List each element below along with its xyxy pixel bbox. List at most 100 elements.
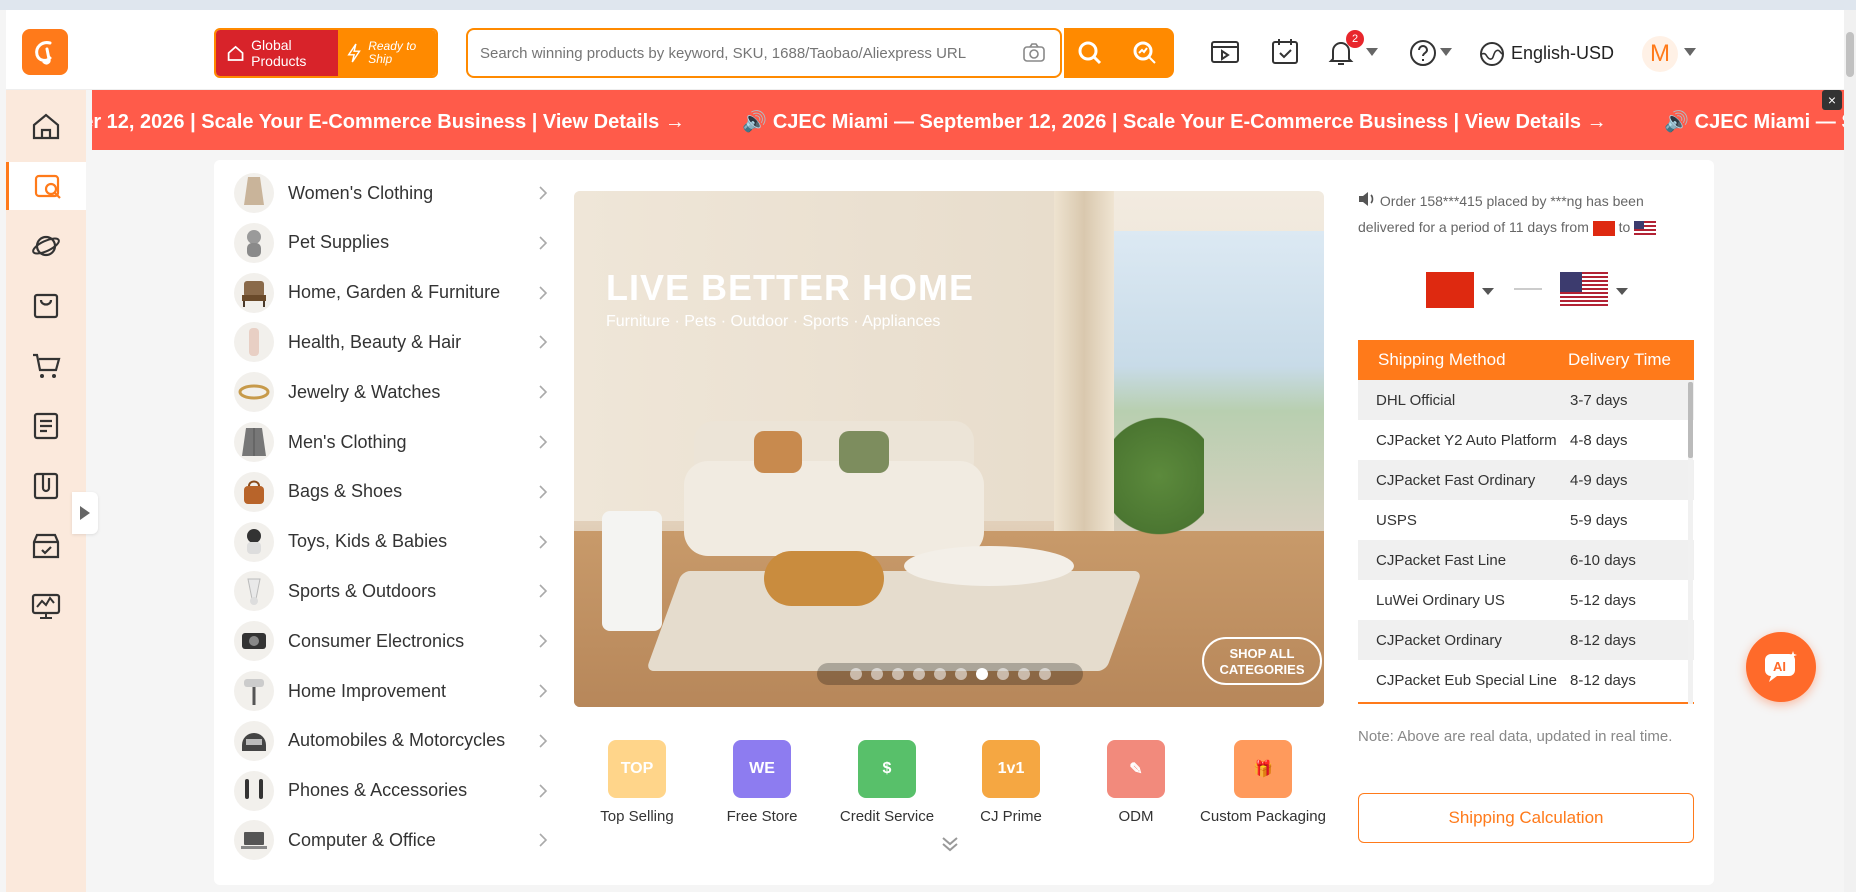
sidebar-item-cart[interactable] <box>6 342 86 390</box>
chevron-down-icon[interactable] <box>1616 288 1628 295</box>
destination-flag-usa-icon[interactable] <box>1560 272 1608 308</box>
chevron-right-icon <box>539 186 548 200</box>
category-item[interactable]: Women's Clothing <box>234 168 554 218</box>
shipping-method-cell: DHL Official <box>1376 391 1456 409</box>
sidebar-item-analytics[interactable] <box>6 582 86 630</box>
service-item[interactable]: TOP Top Selling <box>574 740 700 825</box>
category-item[interactable]: Home Improvement <box>234 666 554 716</box>
camera-icon[interactable] <box>1022 42 1046 64</box>
planet-icon <box>32 235 60 257</box>
category-label: Home Improvement <box>288 680 447 701</box>
top-header: Global Products Ready to Ship 2 English-… <box>6 10 1844 90</box>
ai-chat-icon: AI <box>1765 651 1797 682</box>
sidebar-item-discover[interactable] <box>6 222 86 270</box>
service-item[interactable]: 1v1 CJ Prime <box>948 740 1074 825</box>
language-selector[interactable]: English-USD <box>1511 43 1614 64</box>
orders-list-icon <box>33 412 59 440</box>
origin-flag-china-icon[interactable] <box>1426 272 1474 308</box>
chevron-down-icon[interactable] <box>1440 48 1452 56</box>
cart-icon <box>33 353 61 378</box>
category-item[interactable]: Jewelry & Watches <box>234 367 554 417</box>
chair-icon <box>234 272 274 313</box>
category-item[interactable]: Phones & Accessories <box>234 766 554 816</box>
search-input[interactable] <box>480 30 1000 76</box>
service-item[interactable]: ✎ ODM <box>1073 740 1199 825</box>
category-item[interactable]: Toys, Kids & Babies <box>234 517 554 567</box>
shipping-table-scrollbar[interactable] <box>1688 380 1693 704</box>
marquee-item[interactable]: per 12, 2026 | Scale Your E-Commerce Bus… <box>92 111 685 133</box>
search-box[interactable] <box>466 28 1062 78</box>
carousel-dot[interactable] <box>849 668 862 680</box>
search-button[interactable] <box>1064 28 1116 78</box>
category-label: Toys, Kids & Babies <box>288 531 448 552</box>
globe-icon[interactable] <box>1478 40 1506 68</box>
bolt-icon <box>347 43 361 63</box>
delivery-time-cell: 8-12 days <box>1570 671 1636 689</box>
sidebar-item-my-products[interactable] <box>6 282 86 330</box>
shipping-method-cell: CJPacket Ordinary <box>1376 631 1502 649</box>
carousel-dot[interactable] <box>954 668 967 680</box>
service-label: ODM <box>1118 808 1154 825</box>
category-item[interactable]: Computer & Office <box>234 815 554 865</box>
service-item[interactable]: $ Credit Service <box>824 740 950 825</box>
laptop-icon <box>234 820 274 861</box>
chevron-right-icon <box>539 784 548 798</box>
shipping-method-cell: LuWei Ordinary US <box>1376 591 1505 609</box>
cj-logo[interactable] <box>22 29 68 75</box>
scrollbar-thumb[interactable] <box>1688 382 1693 458</box>
task-calendar-icon[interactable] <box>1270 38 1300 66</box>
category-item[interactable]: Pet Supplies <box>234 218 554 268</box>
chevron-down-icon[interactable] <box>1482 288 1494 295</box>
category-item[interactable]: Men's Clothing <box>234 417 554 467</box>
shipping-table-header: Shipping Method Delivery Time <box>1358 340 1694 380</box>
sidebar-item-home[interactable] <box>6 102 86 150</box>
service-item[interactable]: WE Free Store <box>699 740 825 825</box>
category-item[interactable]: Automobiles & Motorcycles <box>234 716 554 766</box>
help-icon[interactable] <box>1408 38 1438 68</box>
carousel-dot[interactable] <box>975 668 988 680</box>
carousel-dot[interactable] <box>912 668 925 680</box>
category-item[interactable]: Home, Garden & Furniture <box>234 268 554 318</box>
avatar[interactable]: M <box>1642 36 1678 72</box>
marquee-item[interactable]: 🔊 CJEC Miami — Sep <box>1664 111 1844 133</box>
sidebar-expand-button[interactable] <box>72 492 98 534</box>
ai-assistant-button[interactable]: AI <box>1746 632 1816 702</box>
category-item[interactable]: Consumer Electronics <box>234 616 554 666</box>
global-products-tab[interactable]: Global Products <box>216 30 338 76</box>
chevron-down-icon[interactable] <box>1366 48 1378 56</box>
marquee-close-button[interactable]: × <box>1822 90 1842 110</box>
announcement-marquee[interactable]: per 12, 2026 | Scale Your E-Commerce Bus… <box>92 90 1844 150</box>
speaker-icon <box>1359 192 1374 206</box>
scrollbar-thumb[interactable] <box>1846 32 1854 77</box>
table-row: CJPacket Ordinary 8-12 days <box>1358 620 1694 660</box>
ready-to-ship-tab[interactable]: Ready to Ship <box>338 30 436 76</box>
marquee-item[interactable]: 🔊 CJEC Miami — September 12, 2026 | Scal… <box>742 111 1606 133</box>
chevron-right-icon <box>539 385 548 399</box>
table-row: CJPacket Fast Line 6-10 days <box>1358 540 1694 580</box>
category-item[interactable]: Bags & Shoes <box>234 467 554 517</box>
service-item[interactable]: 🎁 Custom Packaging <box>1200 740 1326 825</box>
carousel-dot[interactable] <box>933 668 946 680</box>
marquee-track: per 12, 2026 | Scale Your E-Commerce Bus… <box>92 109 1844 134</box>
video-icon[interactable] <box>1210 38 1240 66</box>
category-item[interactable]: Health, Beauty & Hair <box>234 317 554 367</box>
shop-all-categories-button[interactable]: SHOP ALL CATEGORIES <box>1202 637 1322 685</box>
carousel-dot[interactable] <box>996 668 1009 680</box>
image-search-button[interactable] <box>1116 28 1174 78</box>
carousel-dot[interactable] <box>1017 668 1030 680</box>
category-item[interactable]: Sports & Outdoors <box>234 566 554 616</box>
carousel-dot[interactable] <box>1038 668 1051 680</box>
sidebar-item-orders[interactable] <box>6 402 86 450</box>
chevron-right-icon <box>539 236 548 250</box>
route-selector <box>1426 272 1628 314</box>
shipping-calculation-button[interactable]: Shipping Calculation <box>1358 793 1694 843</box>
double-chevron-down-icon[interactable] <box>940 836 960 852</box>
sidebar-item-product-search[interactable] <box>6 162 86 210</box>
carousel-dot[interactable] <box>891 668 904 680</box>
page-scrollbar[interactable] <box>1844 10 1856 892</box>
chevron-down-icon[interactable] <box>1684 48 1696 56</box>
hero-banner[interactable]: LIVE BETTER HOME Furniture · Pets · Outd… <box>574 191 1324 707</box>
carousel-dot[interactable] <box>870 668 883 680</box>
global-products-banner[interactable]: Global Products Ready to Ship <box>214 28 438 78</box>
ai-label: AI <box>1773 659 1786 674</box>
